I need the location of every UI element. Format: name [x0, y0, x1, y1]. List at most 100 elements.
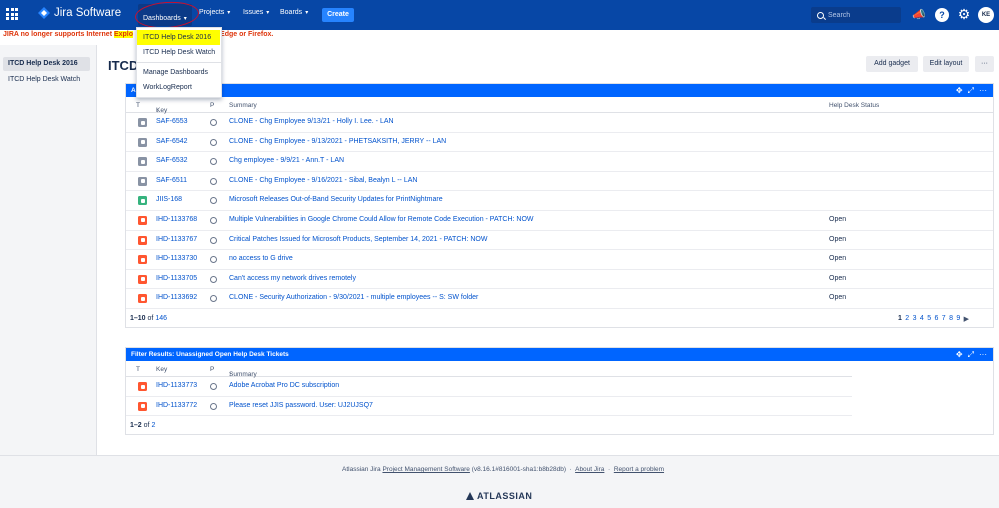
result-total-link[interactable]: 2 [151, 422, 155, 429]
move-icon[interactable]: ✥ [956, 348, 963, 361]
priority-icon [210, 275, 217, 283]
col-summary[interactable]: Summary [229, 102, 257, 109]
col-type[interactable]: T [136, 102, 140, 109]
issue-key-link[interactable]: IHD-1133772 [156, 402, 197, 409]
issue-type-icon [138, 215, 147, 225]
issue-summary-link[interactable]: no access to G drive [229, 255, 293, 262]
table-row[interactable]: SAF-6532 Chg employee - 9/9/21 - Ann.T - … [126, 152, 993, 172]
expand-icon[interactable]: ⤢ [968, 84, 974, 97]
gadget-footer: 1–2 of 2 [126, 416, 993, 434]
issue-summary-link[interactable]: Adobe Acrobat Pro DC subscription [229, 382, 339, 389]
issue-summary-link[interactable]: CLONE - Chg Employee 9/13/21 - Holly I. … [229, 118, 394, 125]
issue-table-body: IHD-1133773 Adobe Acrobat Pro DC subscrip… [126, 377, 852, 417]
more-icon[interactable]: ··· [979, 348, 987, 361]
issue-summary-link[interactable]: Can't access my network drives remotely [229, 275, 356, 282]
megaphone-icon[interactable]: 📣 [912, 8, 926, 22]
issue-key-link[interactable]: SAF-6553 [156, 118, 188, 125]
chevron-down-icon: ▾ [227, 10, 231, 16]
expand-icon[interactable]: ⤢ [968, 348, 974, 361]
avatar[interactable]: KE [978, 7, 994, 23]
issue-key-link[interactable]: IHD-1133768 [156, 216, 197, 223]
issue-key-link[interactable]: IHD-1133773 [156, 382, 197, 389]
result-count: 1–2 of 2 [130, 422, 155, 429]
issue-summary-link[interactable]: Microsoft Releases Out-of-Band Security … [229, 196, 443, 203]
table-row[interactable]: JIIS-168 Microsoft Releases Out-of-Band S… [126, 191, 993, 211]
app-switcher-icon[interactable] [6, 8, 18, 20]
nav-projects[interactable]: Projects ▾ [199, 9, 230, 16]
page-link-2[interactable]: 2 [905, 315, 909, 323]
priority-icon [210, 383, 217, 390]
warning-prefix: JIRA no longer supports Internet [3, 31, 114, 38]
page-link-8[interactable]: 8 [949, 315, 953, 323]
page-link-1[interactable]: 1 [898, 315, 902, 323]
atlassian-logo[interactable]: ATLASSIAN [466, 491, 532, 501]
col-key[interactable]: Key [156, 366, 167, 373]
nav-boards[interactable]: Boards ▾ [280, 9, 308, 16]
dropdown-item-itcd-help-desk-watch[interactable]: ITCD Help Desk Watch [137, 45, 221, 60]
table-row[interactable]: IHD-1133730 no access to G drive Open [126, 250, 993, 270]
dashboard-sidebar: ITCD Help Desk 2016 ITCD Help Desk Watch [0, 45, 97, 455]
page-link-5[interactable]: 5 [927, 315, 931, 323]
issue-key-link[interactable]: IHD-1133692 [156, 294, 197, 301]
gear-icon[interactable]: ⚙ [957, 7, 971, 22]
table-row[interactable]: SAF-6511 CLONE - Chg Employee - 9/16/2021… [126, 172, 993, 192]
help-icon[interactable]: ? [935, 8, 949, 22]
issue-summary-link[interactable]: Please reset JJIS password. User: UJ2UJS… [229, 402, 373, 409]
more-options-button[interactable]: ··· [975, 56, 994, 72]
issue-type-icon [138, 157, 147, 167]
edit-layout-button[interactable]: Edit layout [923, 56, 969, 72]
page-link-3[interactable]: 3 [913, 315, 917, 323]
issue-summary-link[interactable]: CLONE - Chg Employee - 9/16/2021 - Sibal… [229, 177, 417, 184]
issue-key-link[interactable]: IHD-1133705 [156, 275, 197, 282]
table-row[interactable]: IHD-1133772 Please reset JJIS password. U… [126, 397, 852, 417]
more-icon[interactable]: ··· [979, 84, 987, 97]
footer-about-link[interactable]: About Jira [575, 466, 604, 473]
page-link-4[interactable]: 4 [920, 315, 924, 323]
priority-icon [210, 236, 217, 244]
page-link-6[interactable]: 6 [934, 315, 938, 323]
add-gadget-button[interactable]: Add gadget [866, 56, 918, 72]
col-type[interactable]: T [136, 366, 140, 373]
sidebar-item-itcd-help-desk-2016[interactable]: ITCD Help Desk 2016 [3, 57, 90, 71]
footer-pms-link[interactable]: Project Management Software [382, 466, 469, 473]
table-row[interactable]: IHD-1133705 Can't access my network drive… [126, 270, 993, 290]
issue-key-link[interactable]: SAF-6532 [156, 157, 188, 164]
col-priority[interactable]: P [210, 366, 214, 373]
search-input[interactable]: Search [811, 7, 901, 23]
issue-key-link[interactable]: JIIS-168 [156, 196, 182, 203]
issue-key-link[interactable]: SAF-6542 [156, 138, 188, 145]
priority-icon [210, 216, 217, 224]
page-link-7[interactable]: 7 [942, 315, 946, 323]
issue-key-link[interactable]: IHD-1133730 [156, 255, 197, 262]
move-icon[interactable]: ✥ [956, 84, 963, 97]
dropdown-item-worklogreport[interactable]: WorkLogReport [137, 80, 221, 95]
table-row[interactable]: SAF-6553 CLONE - Chg Employee 9/13/21 - H… [126, 113, 993, 133]
jira-logo[interactable]: Jira Software [38, 7, 121, 19]
issue-key-link[interactable]: IHD-1133767 [156, 236, 197, 243]
issue-summary-link[interactable]: CLONE - Security Authorization - 9/30/20… [229, 294, 478, 301]
page-link-9[interactable]: 9 [956, 315, 960, 323]
issue-key-link[interactable]: SAF-6511 [156, 177, 187, 184]
next-page-icon[interactable]: ▶ [964, 315, 969, 323]
col-priority[interactable]: P [210, 102, 214, 109]
col-help-desk-status[interactable]: Help Desk Status [829, 102, 879, 109]
table-row[interactable]: SAF-6542 CLONE - Chg Employee - 9/13/2021… [126, 133, 993, 153]
nav-issues[interactable]: Issues ▾ [243, 9, 269, 16]
sidebar-item-itcd-help-desk-watch[interactable]: ITCD Help Desk Watch [3, 73, 90, 87]
issue-summary-link[interactable]: Chg employee - 9/9/21 - Ann.T - LAN [229, 157, 344, 164]
footer-report-link[interactable]: Report a problem [614, 466, 664, 473]
issue-summary-link[interactable]: Critical Patches Issued for Microsoft Pr… [229, 236, 487, 243]
result-total-link[interactable]: 146 [155, 315, 167, 322]
result-range: 1–2 [130, 422, 142, 430]
issue-summary-link[interactable]: CLONE - Chg Employee - 9/13/2021 - PHETS… [229, 138, 446, 145]
issue-summary-link[interactable]: Multiple Vulnerabilities in Google Chrom… [229, 216, 534, 223]
dropdown-item-itcd-help-desk-2016[interactable]: ITCD Help Desk 2016 [137, 30, 220, 45]
atlassian-triangle-icon [466, 492, 474, 500]
gadget-footer: 1–10 of 146 1 2 3 4 5 6 7 8 9 ▶ [126, 309, 993, 327]
dropdown-item-manage-dashboards[interactable]: Manage Dashboards [137, 65, 221, 80]
table-row[interactable]: IHD-1133768 Multiple Vulnerabilities in G… [126, 211, 993, 231]
table-row[interactable]: IHD-1133773 Adobe Acrobat Pro DC subscrip… [126, 377, 852, 397]
table-row[interactable]: IHD-1133767 Critical Patches Issued for M… [126, 231, 993, 251]
table-row[interactable]: IHD-1133692 CLONE - Security Authorizatio… [126, 289, 993, 309]
create-button[interactable]: Create [322, 8, 354, 22]
